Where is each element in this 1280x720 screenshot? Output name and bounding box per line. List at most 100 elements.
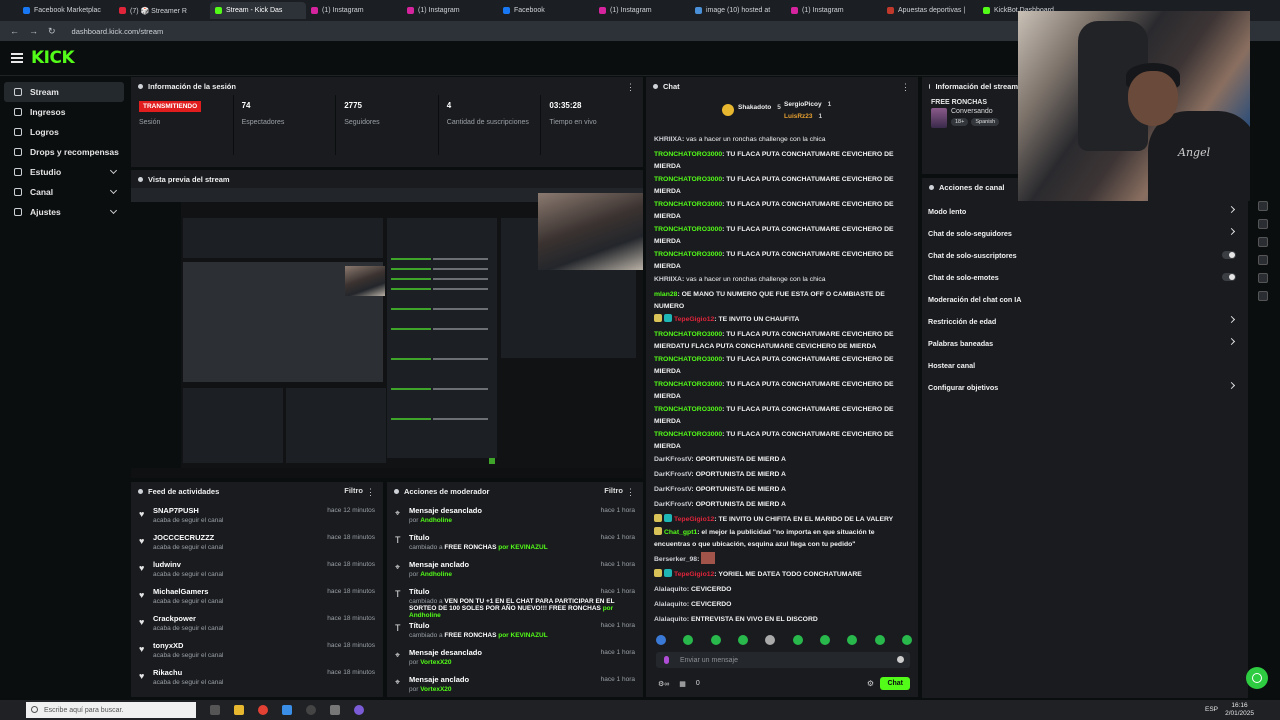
chat-send-button[interactable]: Chat	[880, 677, 910, 690]
top-gifter[interactable]: SergioPicoy 1	[784, 101, 831, 108]
browser-tab[interactable]: Facebook Marketplac	[18, 2, 114, 19]
quick-emote-icon[interactable]	[656, 635, 666, 645]
channel-action-item[interactable]: Hostear canal	[922, 354, 1248, 376]
chat-username[interactable]: DarKFrostV	[654, 471, 691, 478]
channel-action-item[interactable]: Chat de solo-suscriptores	[922, 244, 1248, 266]
obs-icon[interactable]	[306, 705, 316, 715]
sidebar-item[interactable]: Ajustes	[4, 202, 124, 222]
channel-action-item[interactable]: Configurar objetivos	[922, 376, 1248, 398]
toolbar-icon-6[interactable]	[1258, 291, 1268, 301]
browser-tab[interactable]: (1) Instagram	[306, 2, 402, 19]
toolbar-icon-1[interactable]	[1258, 201, 1268, 211]
quick-emote-icon[interactable]	[819, 635, 830, 645]
app-icon[interactable]	[282, 705, 292, 715]
quick-emote-icon[interactable]	[847, 635, 858, 645]
more-options-icon[interactable]: ⋮	[626, 82, 635, 93]
mod-action-user[interactable]: VortexX20	[420, 686, 451, 693]
stream-preview-video[interactable]	[131, 188, 643, 468]
sidebar-item[interactable]: Estudio	[4, 162, 124, 182]
file-explorer-icon[interactable]	[234, 705, 244, 715]
chat-username[interactable]: TRONCHATORO3000	[654, 201, 722, 208]
channel-action-item[interactable]: Palabras baneadas	[922, 332, 1248, 354]
kick-logo[interactable]: KICK	[31, 48, 75, 68]
mod-filter-button[interactable]: Filtro	[604, 486, 623, 495]
quick-emote-icon[interactable]	[710, 635, 721, 645]
mod-action-user[interactable]: Andholine	[420, 517, 452, 524]
chat-username[interactable]: DarKFrostV	[654, 486, 691, 493]
task-view-icon[interactable]	[210, 705, 220, 715]
quick-emote-icon[interactable]	[737, 635, 748, 645]
chat-username[interactable]: TRONCHATORO3000	[654, 226, 722, 233]
chat-username[interactable]: KHRIIXA	[654, 276, 682, 283]
browser-tab[interactable]: image (10) hosted at	[690, 2, 786, 19]
chat-username[interactable]: TRONCHATORO3000	[654, 151, 722, 158]
sidebar-item[interactable]: Ingresos	[4, 102, 124, 122]
chat-username[interactable]: TRONCHATORO3000	[654, 251, 722, 258]
quick-emote-icon[interactable]	[765, 635, 776, 645]
chat-username[interactable]: TepeGigio12	[674, 316, 714, 323]
chat-username[interactable]: TRONCHATORO3000	[654, 406, 722, 413]
toolbar-icon-3[interactable]	[1258, 237, 1268, 247]
settings-link-icon[interactable]: ⚙∞	[658, 680, 669, 688]
emoji-icon[interactable]	[897, 656, 904, 663]
mod-action-user[interactable]: por KEVINAZUL	[496, 544, 547, 551]
chat-username[interactable]: TRONCHATORO3000	[654, 431, 722, 438]
mic-icon[interactable]	[664, 656, 669, 664]
top-gifter[interactable]: Shakadoto 5	[738, 104, 781, 111]
channel-action-item[interactable]: Restricción de edad	[922, 310, 1248, 332]
browser-tab[interactable]: (1) Instagram	[786, 2, 882, 19]
browser-tab[interactable]: Facebook	[498, 2, 594, 19]
forward-icon[interactable]: →	[29, 26, 38, 36]
chat-username[interactable]: Alalaquito	[654, 586, 687, 593]
sidebar-item[interactable]: Canal	[4, 182, 124, 202]
hamburger-menu-icon[interactable]	[11, 53, 23, 63]
feed-more-icon[interactable]: ⋮	[366, 487, 375, 498]
chat-username[interactable]: DarKFrostV	[654, 456, 691, 463]
chat-username[interactable]: mlan28	[654, 291, 677, 298]
toolbar-icon-4[interactable]	[1258, 255, 1268, 265]
settings-icon[interactable]	[330, 705, 340, 715]
system-clock[interactable]: 16:16 2/01/2025	[1225, 702, 1254, 718]
channel-action-item[interactable]: Moderación del chat con IA	[922, 288, 1248, 310]
sidebar-item[interactable]: Logros	[4, 122, 124, 142]
browser-tab[interactable]: (7) 🎲 Streamer R	[114, 2, 210, 19]
chat-input[interactable]: Enviar un mensaje	[656, 652, 910, 668]
back-icon[interactable]: ←	[10, 26, 19, 36]
chrome-icon[interactable]	[258, 705, 268, 715]
quick-emote-icon[interactable]	[792, 635, 803, 645]
chat-username[interactable]: TepeGigio12	[674, 516, 714, 523]
chat-username[interactable]: TRONCHATORO3000	[654, 356, 722, 363]
mod-action-user[interactable]: por KEVINAZUL	[496, 632, 547, 639]
stream-tag[interactable]: 18+	[951, 118, 969, 126]
quick-emote-icon[interactable]	[901, 635, 912, 645]
chat-username[interactable]: TepeGigio12	[674, 571, 714, 578]
browser-tab[interactable]: (1) Instagram	[594, 2, 690, 19]
chat-username[interactable]: DarKFrostV	[654, 501, 691, 508]
reload-icon[interactable]: ↻	[48, 26, 56, 37]
feed-filter-button[interactable]: Filtro	[344, 486, 363, 495]
chat-username[interactable]: KHRIIXA	[654, 136, 682, 143]
chat-username[interactable]: Alalaquito	[654, 601, 687, 608]
language-indicator[interactable]: ESP	[1205, 706, 1218, 713]
chat-username[interactable]: TRONCHATORO3000	[654, 176, 722, 183]
toggle-switch[interactable]	[1222, 251, 1236, 259]
top-gifter[interactable]: LuisRz23 1	[784, 113, 822, 120]
toggle-switch[interactable]	[1222, 273, 1236, 281]
sidebar-item[interactable]: Drops y recompensas	[4, 142, 124, 162]
stream-tag[interactable]: Spanish	[971, 118, 1000, 126]
taskbar-search[interactable]: Escribe aquí para buscar.	[26, 702, 196, 718]
chat-username[interactable]: Alalaquito	[654, 616, 687, 623]
browser-tab[interactable]: (1) Instagram	[402, 2, 498, 19]
chat-username[interactable]: Berserker_98	[654, 556, 697, 563]
assistant-chat-icon[interactable]	[1246, 667, 1268, 689]
browser-tab[interactable]: Stream - Kick Das	[210, 2, 306, 19]
toolbar-icon-5[interactable]	[1258, 273, 1268, 283]
chat-username[interactable]: Chat_gpt1	[664, 529, 697, 536]
sidebar-item[interactable]: Stream	[4, 82, 124, 102]
chat-username[interactable]: TRONCHATORO3000	[654, 381, 722, 388]
chat-settings-icon[interactable]: ⚙	[867, 679, 874, 688]
chat-more-icon[interactable]: ⋮	[901, 82, 910, 93]
toolbar-icon-2[interactable]	[1258, 219, 1268, 229]
quick-emote-icon[interactable]	[683, 635, 694, 645]
mod-action-user[interactable]: VortexX20	[420, 659, 451, 666]
